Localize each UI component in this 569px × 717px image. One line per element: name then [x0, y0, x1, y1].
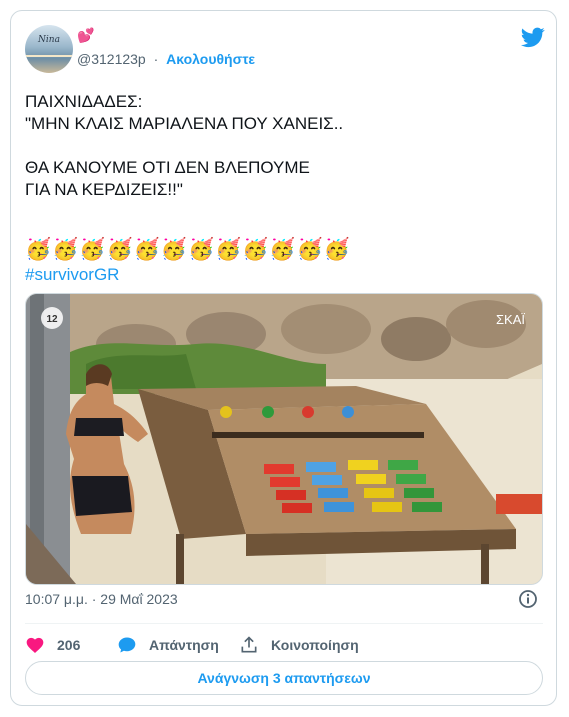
tweet-header: Nina 💕 @312123p · Ακολουθήστε — [25, 25, 545, 73]
partying-face-icon: 🥳 — [106, 238, 133, 261]
follow-button[interactable]: Ακολουθήστε — [166, 51, 255, 67]
partying-face-icon: 🥳 — [79, 238, 106, 261]
tweet-line-4: ΓΙΑ ΝΑ ΚΕΡΔΙΖΕΙΣ!!" — [25, 180, 183, 199]
tweet-line-1: ΠΑΙΧΝΙΔΑΔΕΣ: — [25, 92, 143, 111]
partying-face-icon: 🥳 — [215, 238, 242, 261]
partying-face-icon: 🥳 — [133, 238, 160, 261]
hashtag-link[interactable]: #survivorGR — [25, 265, 119, 285]
partying-face-icon: 🥳 — [160, 238, 187, 261]
game-scene-image: 12 ΣΚΑΪ — [26, 294, 542, 584]
action-bar: 206 Απάντηση Κοινοποίηση — [25, 629, 543, 661]
avatar[interactable]: Nina — [25, 25, 73, 73]
divider — [25, 623, 543, 624]
info-icon[interactable] — [518, 589, 538, 609]
partying-face-icon: 🥳 — [323, 238, 350, 261]
like-button[interactable]: 206 — [25, 629, 80, 661]
share-button[interactable]: Κοινοποίηση — [239, 629, 359, 661]
heart-icon — [26, 637, 44, 653]
tweet-card: Nina 💕 @312123p · Ακολουθήστε ΠΑΙΧΝΙΔΑΔΕ… — [10, 10, 557, 706]
partying-face-icon: 🥳 — [187, 238, 215, 261]
name-emoji: 💕 — [77, 27, 95, 43]
user-handle[interactable]: @312123p — [77, 51, 146, 67]
emoji-row: 🥳🥳🥳🥳🥳🥳🥳🥳🥳🥳🥳🥳 — [25, 237, 545, 263]
partying-face-icon: 🥳 — [296, 238, 323, 261]
channel-badge: 12 — [46, 314, 58, 325]
avatar-horizon — [25, 55, 73, 57]
twitter-bird-icon[interactable] — [521, 25, 545, 49]
partying-face-icon: 🥳 — [25, 238, 52, 261]
network-logo: ΣΚΑΪ — [496, 312, 525, 327]
reply-bubble-icon — [118, 637, 136, 653]
read-replies-button[interactable]: Ανάγνωση 3 απαντήσεων — [25, 661, 543, 695]
avatar-text: Nina — [38, 35, 60, 45]
separator-dot: · — [153, 51, 159, 67]
handle-row: @312123p · Ακολουθήστε — [77, 51, 255, 67]
reply-button[interactable]: Απάντηση — [117, 629, 219, 661]
share-icon — [241, 636, 257, 653]
tweet-text: ΠΑΙΧΝΙΔΑΔΕΣ: "ΜΗΝ ΚΛΑΙΣ ΜΑΡΙΑΛΕΝΑ ΠΟΥ ΧΑ… — [25, 91, 545, 201]
partying-face-icon: 🥳 — [242, 238, 269, 261]
like-count: 206 — [57, 637, 81, 653]
share-label: Κοινοποίηση — [271, 637, 359, 653]
tweet-line-2: "ΜΗΝ ΚΛΑΙΣ ΜΑΡΙΑΛΕΝΑ ΠΟΥ ΧΑΝΕΙΣ.. — [25, 114, 344, 133]
reply-label: Απάντηση — [149, 637, 219, 653]
tweet-timestamp[interactable]: 10:07 μ.μ. · 29 Μαΐ 2023 — [25, 591, 178, 607]
tweet-line-3: ΘΑ ΚΑΝΟΥΜΕ ΟΤΙ ΔΕΝ ΒΛΕΠΟΥΜΕ — [25, 158, 310, 177]
partying-face-icon: 🥳 — [52, 238, 79, 261]
partying-face-icon: 🥳 — [269, 238, 296, 261]
tweet-video-frame[interactable]: 12 ΣΚΑΪ — [25, 293, 543, 585]
